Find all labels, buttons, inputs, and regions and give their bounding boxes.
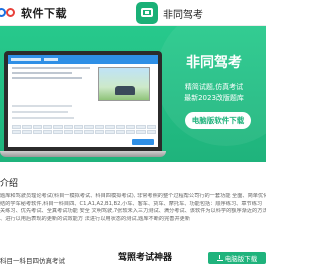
intro-line: 结的学车秘考软件,科目一科目四、C1,A1,A2,B1,B2,小车、客车、货车、…: [0, 200, 263, 207]
intro-line: 题库和驾驶员理论考试(科目一模拟考试、科目四模拟考试), 非常考照的整个过程帮公…: [0, 193, 266, 199]
pc-download-button[interactable]: 电脑版软件下载: [185, 112, 251, 129]
site-logo[interactable]: 软件下载: [0, 5, 67, 21]
hero-banner: 非同驾考 精简试题,仿真考试 最新2023改版题库 电脑版软件下载: [0, 26, 266, 162]
bottom-download-button[interactable]: 电脑版下载: [208, 252, 266, 264]
download-icon: [216, 255, 223, 261]
app-header: 非同驾考: [136, 2, 203, 24]
logo-text: 软件下载: [21, 7, 67, 20]
hero-subtitle-line1: 精简试题,仿真考试: [184, 83, 244, 91]
intro-text: 题库和驾驶员理论考试(科目一模拟考试、科目四模拟考试), 非常考照的整个过程帮公…: [0, 193, 266, 223]
logo-icon: [0, 6, 20, 20]
app-title: 非同驾考: [163, 9, 203, 21]
hero-subtitle: 精简试题,仿真考试 最新2023改版题库: [168, 82, 260, 104]
intro-heading: 介绍: [0, 176, 18, 189]
top-bar: 软件下载 非同驾考: [0, 0, 266, 26]
feature-caption-left: 科目一科目四仿真考试: [0, 257, 65, 265]
bottom-download-label: 电脑版下载: [224, 255, 258, 263]
tv-icon: [136, 2, 158, 24]
intro-line: 关练习、优先考试、全真考试功能 安全 文明驾驶,7张软未入三力测试、满分考试、该…: [0, 208, 266, 214]
intro-line: 、进行以用后表现的更新的试效能方 法进行以用状态的测试,题库不断的完善并更新: [0, 215, 191, 222]
hero-subtitle-line2: 最新2023改版题库: [184, 94, 244, 102]
feature-caption-middle: 驾照考试神器: [118, 253, 173, 263]
hero-title: 非同驾考: [186, 55, 242, 71]
laptop-screenshot: [0, 51, 166, 161]
